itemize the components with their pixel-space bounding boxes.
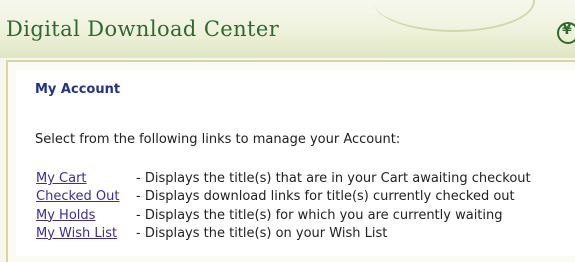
checked-out-description: - Displays download links for title(s) c…	[136, 189, 515, 205]
checked-out-link[interactable]: Checked Out	[36, 189, 119, 204]
my-holds-description: - Displays the title(s) for which you ar…	[136, 207, 503, 223]
account-panel: My Account Select from the following lin…	[16, 70, 575, 256]
my-wish-list-link[interactable]: My Wish List	[36, 226, 117, 241]
header-decoration	[373, 0, 535, 32]
list-item: My Cart - Displays the title(s) that are…	[36, 171, 575, 189]
site-header: Digital Download Center ¥	[0, 0, 575, 58]
my-cart-description: - Displays the title(s) that are in your…	[136, 171, 531, 186]
my-wish-list-description: - Displays the title(s) on your Wish Lis…	[136, 225, 388, 241]
circular-emblem-icon: ¥	[557, 22, 575, 44]
list-item: My Wish List - Displays the title(s) on …	[36, 226, 575, 244]
intro-text: Select from the following links to manag…	[35, 132, 401, 147]
my-cart-link[interactable]: My Cart	[36, 171, 87, 186]
list-item: My Holds - Displays the title(s) for whi…	[36, 208, 575, 226]
list-item: Checked Out - Displays download links fo…	[36, 189, 575, 207]
my-holds-link[interactable]: My Holds	[36, 208, 95, 223]
site-title: Digital Download Center	[6, 17, 280, 41]
account-links-list: My Cart - Displays the title(s) that are…	[36, 171, 575, 244]
page-title: My Account	[35, 82, 121, 97]
